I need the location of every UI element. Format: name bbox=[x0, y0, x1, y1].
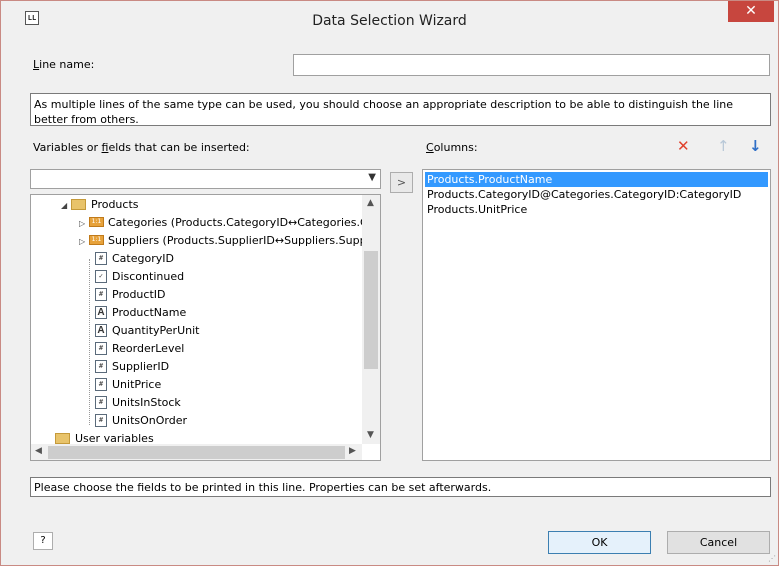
scroll-left-icon[interactable]: ◀ bbox=[35, 446, 42, 456]
columns-label: Columns: bbox=[426, 141, 478, 154]
fields-filter-combo[interactable]: ▼ bbox=[30, 169, 381, 189]
numeric-field-icon: # bbox=[95, 341, 107, 355]
add-field-button[interactable]: > bbox=[390, 172, 413, 193]
delete-column-icon[interactable]: ✕ bbox=[677, 139, 690, 154]
tree-vertical-scrollbar[interactable]: ▲ ▼ bbox=[362, 195, 380, 444]
vertical-scroll-thumb[interactable] bbox=[364, 251, 378, 369]
columns-list[interactable]: Products.ProductName Products.CategoryID… bbox=[422, 169, 771, 461]
data-selection-wizard-dialog: Data Selection Wizard LL ✕ Line name: As… bbox=[0, 0, 779, 566]
help-icon: ? bbox=[40, 535, 46, 546]
tree-node-categories-relation[interactable]: ▷ 1:1 Categories (Products.CategoryID↔Cate… bbox=[79, 214, 368, 232]
tree-field-unitsinstock[interactable]: # UnitsInStock bbox=[95, 394, 181, 412]
cancel-button[interactable]: Cancel bbox=[667, 531, 770, 554]
tree-field-categoryid[interactable]: # CategoryID bbox=[95, 250, 174, 268]
resize-grip-icon[interactable]: ⋰ bbox=[768, 554, 776, 563]
expand-triangle-icon[interactable]: ▷ bbox=[79, 233, 89, 251]
tree-field-productname[interactable]: A ProductName bbox=[95, 304, 186, 322]
fields-label: Variables or fields that can be inserted… bbox=[33, 141, 250, 154]
tree-node-products[interactable]: ◢ Products bbox=[61, 196, 139, 214]
move-down-icon[interactable]: ↓ bbox=[749, 139, 762, 154]
app-icon: LL bbox=[25, 11, 39, 25]
expand-triangle-icon[interactable]: ▷ bbox=[79, 215, 89, 233]
tree-field-productid[interactable]: # ProductID bbox=[95, 286, 165, 304]
numeric-field-icon: # bbox=[95, 251, 107, 265]
collapse-triangle-icon[interactable]: ◢ bbox=[61, 197, 71, 215]
tree-field-supplierid[interactable]: # SupplierID bbox=[95, 358, 169, 376]
ok-button[interactable]: OK bbox=[548, 531, 651, 554]
relation-icon: 1:1 bbox=[89, 235, 104, 245]
tree-horizontal-scrollbar[interactable]: ◀ ▶ bbox=[31, 444, 362, 460]
text-field-icon: A bbox=[95, 323, 107, 337]
scroll-right-icon[interactable]: ▶ bbox=[349, 446, 356, 456]
user-folder-icon bbox=[55, 432, 70, 444]
fields-tree[interactable]: ◢ Products ▷ 1:1 Categories (Products.Categ… bbox=[30, 194, 381, 461]
text-field-icon: A bbox=[95, 305, 107, 319]
numeric-field-icon: # bbox=[95, 395, 107, 409]
tree-field-unitprice[interactable]: # UnitPrice bbox=[95, 376, 161, 394]
tree-guide-line bbox=[89, 259, 90, 425]
numeric-field-icon: # bbox=[95, 287, 107, 301]
bottom-hint: Please choose the fields to be printed i… bbox=[30, 477, 771, 497]
folder-icon bbox=[71, 198, 86, 210]
boolean-field-icon: ✓ bbox=[95, 269, 107, 283]
tree-node-suppliers-relation[interactable]: ▷ 1:1 Suppliers (Products.SupplierID↔Suppl… bbox=[79, 232, 367, 250]
tree-field-unitsonorder[interactable]: # UnitsOnOrder bbox=[95, 412, 187, 430]
title-bar: Data Selection Wizard LL ✕ bbox=[1, 1, 778, 41]
help-button[interactable]: ? bbox=[33, 532, 53, 550]
horizontal-scroll-thumb[interactable] bbox=[48, 446, 345, 459]
column-item[interactable]: Products.CategoryID@Categories.CategoryI… bbox=[425, 187, 741, 202]
column-item[interactable]: Products.UnitPrice bbox=[425, 202, 527, 217]
tree-field-quantityperunit[interactable]: A QuantityPerUnit bbox=[95, 322, 199, 340]
line-name-label: Line name: bbox=[33, 58, 95, 71]
tree-field-reorderlevel[interactable]: # ReorderLevel bbox=[95, 340, 184, 358]
scroll-down-icon[interactable]: ▼ bbox=[367, 430, 374, 440]
move-up-icon[interactable]: ↑ bbox=[717, 139, 730, 154]
numeric-field-icon: # bbox=[95, 359, 107, 373]
relation-icon: 1:1 bbox=[89, 217, 104, 227]
window-title: Data Selection Wizard bbox=[312, 13, 467, 29]
scroll-up-icon[interactable]: ▲ bbox=[367, 198, 374, 208]
close-button[interactable]: ✕ bbox=[728, 1, 774, 22]
line-name-input[interactable] bbox=[293, 54, 770, 76]
description-hint: As multiple lines of the same type can b… bbox=[30, 93, 771, 126]
chevron-down-icon[interactable]: ▼ bbox=[368, 172, 376, 183]
tree-field-discontinued[interactable]: ✓ Discontinued bbox=[95, 268, 184, 286]
numeric-field-icon: # bbox=[95, 413, 107, 427]
numeric-field-icon: # bbox=[95, 377, 107, 391]
column-item[interactable]: Products.ProductName bbox=[425, 172, 768, 187]
